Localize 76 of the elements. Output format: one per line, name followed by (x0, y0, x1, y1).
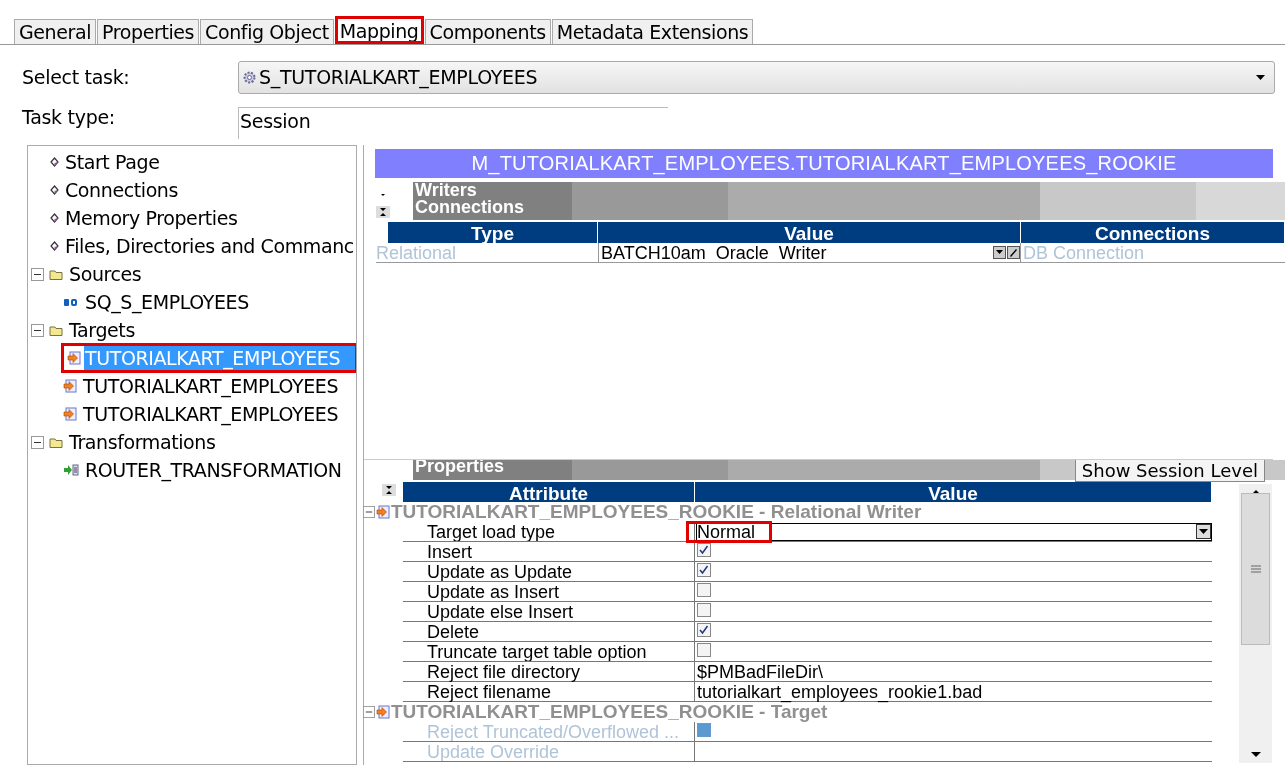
column-header: Value (695, 482, 1212, 502)
attribute-label: Target load type (403, 522, 695, 541)
scrollbar[interactable] (1239, 484, 1272, 763)
target-table-icon (63, 379, 77, 393)
column-header: Value (598, 222, 1021, 243)
tab[interactable]: Config Object (200, 19, 334, 44)
attribute-label: Reject Truncated/Overflowed ... (403, 722, 695, 741)
tab[interactable]: Properties (97, 19, 200, 44)
attribute-label: Update Override (403, 742, 695, 761)
tree-item[interactable]: Transformations (68, 430, 217, 454)
table-cell: DB Connection (1021, 243, 1285, 263)
tree-item[interactable]: TUTORIALKART_EMPLOYEES (82, 374, 340, 398)
tab[interactable]: Metadata Extensions (551, 19, 754, 44)
caret-icon (1255, 72, 1266, 82)
attribute-label: Delete (403, 622, 695, 641)
checkbox[interactable] (697, 542, 711, 557)
resize-icon (376, 206, 390, 218)
edit-buttons-icon (993, 246, 1020, 259)
folder-icon (49, 268, 63, 280)
value-text: $PMBadFileDir\ (697, 662, 824, 682)
tab[interactable]: Components (424, 19, 551, 44)
gear-icon (242, 69, 257, 85)
tree-item[interactable]: Targets (68, 318, 136, 342)
diamond-icon (50, 240, 59, 252)
attribute-label: Truncate target table option (403, 642, 695, 661)
group-title: TUTORIALKART_EMPLOYEES_ROOKIE - Target (391, 703, 828, 721)
tab[interactable]: Mapping (334, 16, 424, 44)
checkbox[interactable] (697, 562, 711, 577)
tree-item[interactable]: Sources (68, 262, 143, 286)
field-label: Task type: (22, 106, 116, 128)
grip-icon (1249, 563, 1262, 574)
task-dropdown[interactable]: S_TUTORIALKART_EMPLOYEES (238, 60, 1275, 94)
group-title: TUTORIALKART_EMPLOYEES_ROOKIE - Relational Writer (391, 503, 922, 521)
table-cell: Relational (376, 243, 598, 263)
value-text: tutorialkart_employees_rookie1.bad (697, 682, 983, 702)
target-table-icon (376, 705, 390, 719)
tree-item[interactable]: ROUTER_TRANSFORMATION (84, 458, 343, 482)
attribute-label: Update else Insert (403, 602, 695, 621)
tree-item[interactable]: TUTORIALKART_EMPLOYEES (82, 402, 340, 426)
source-qualifier-icon (63, 296, 79, 308)
collapse-icon[interactable] (31, 267, 44, 281)
collapse-icon[interactable] (31, 323, 44, 337)
section-title: Writers Connections (414, 182, 525, 219)
field-label: Select task: (22, 66, 131, 88)
tab[interactable]: General (14, 19, 97, 44)
attribute-label: Reject filename (403, 682, 695, 702)
target-table-icon (376, 505, 390, 519)
show-session-level-button[interactable]: Show Session Level (1074, 460, 1265, 482)
checkbox[interactable] (697, 622, 711, 637)
attribute-label: Update as Insert (403, 582, 695, 601)
column-header: Connections (1021, 222, 1285, 243)
checkbox[interactable] (697, 582, 711, 597)
mapping-title: M_TUTORIALKART_EMPLOYEES.TUTORIALKART_EMPLOYEES_ROOKIE (375, 149, 1273, 178)
tree-item[interactable]: SQ_S_EMPLOYEES (84, 290, 250, 314)
scroll-down-icon (1249, 751, 1262, 759)
target-table-icon (64, 351, 84, 365)
tree-item[interactable]: Connections (64, 178, 179, 202)
router-icon (63, 464, 79, 476)
tree-item[interactable]: Memory Properties (64, 206, 239, 230)
checkbox[interactable] (697, 602, 711, 617)
collapse-icon[interactable] (31, 435, 44, 449)
diamond-icon (50, 184, 59, 196)
task-type-field: Session (238, 107, 668, 139)
resize-icon (381, 484, 396, 496)
folder-icon (49, 324, 63, 336)
tree-item[interactable]: Start Page (64, 150, 161, 174)
diamond-icon (50, 212, 59, 224)
attribute-label: Update as Update (403, 562, 695, 581)
attribute-label: Reject file directory (403, 662, 695, 682)
folder-icon (49, 436, 63, 448)
target-table-icon (63, 407, 77, 421)
attribute-label: Insert (403, 542, 695, 561)
column-header: Attribute (403, 482, 695, 502)
checkbox[interactable] (697, 642, 711, 657)
tree-item[interactable]: Files, Directories and Commanc (64, 234, 355, 258)
diamond-icon (50, 156, 59, 168)
